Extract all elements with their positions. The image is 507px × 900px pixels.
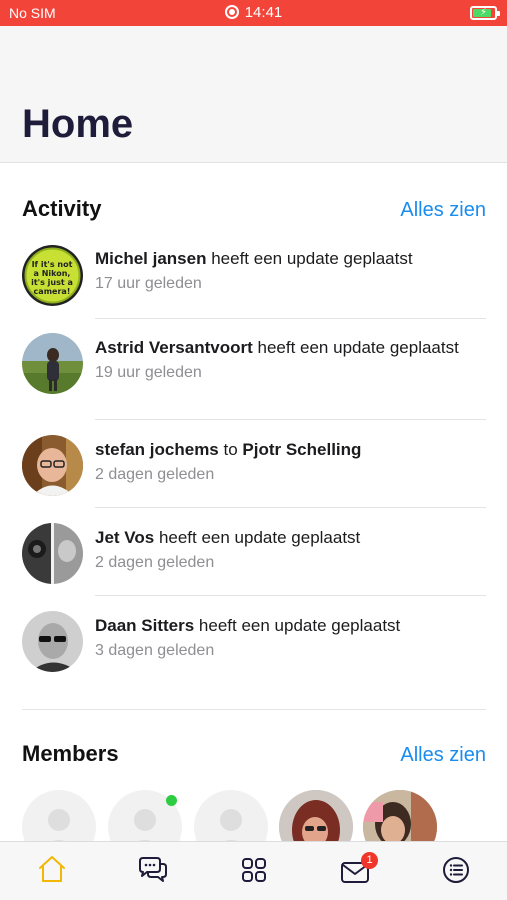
tab-home[interactable] [35, 853, 69, 887]
member-avatar-photo[interactable] [279, 790, 353, 842]
member-avatar-placeholder[interactable] [194, 790, 268, 842]
field-photo-avatar[interactable] [22, 333, 83, 394]
bw-collage-avatar[interactable] [22, 523, 83, 584]
messages-badge: 1 [361, 852, 378, 869]
svg-text:If it's not: If it's not [32, 260, 73, 269]
member-avatar-photo[interactable] [363, 790, 437, 842]
activity-text: Daan Sitters heeft een update geplaatst … [95, 614, 485, 662]
activity-action: heeft een update geplaatst [206, 249, 413, 268]
activity-author[interactable]: Jet Vos [95, 528, 154, 547]
separator [95, 419, 486, 420]
svg-text:it's just a: it's just a [31, 278, 73, 287]
members-section-title: Members [22, 741, 119, 766]
activity-action: heeft een update geplaatst [154, 528, 361, 547]
tab-menu[interactable] [439, 853, 473, 887]
man-glasses-avatar[interactable] [22, 435, 83, 496]
activity-author[interactable]: Astrid Versantvoort [95, 338, 253, 357]
activity-text: Astrid Versantvoort heeft een update gep… [95, 336, 485, 384]
online-indicator [166, 795, 177, 806]
activity-target[interactable]: Pjotr Schelling [242, 440, 361, 459]
groups-icon [242, 858, 266, 882]
tab-chat[interactable] [136, 853, 170, 887]
clock-time: 14:41 [244, 4, 283, 21]
bw-sunglasses-avatar[interactable] [22, 611, 83, 672]
activity-time: 19 uur geleden [95, 364, 202, 381]
status-bar: No SIM 14:41 ⚡ [0, 0, 507, 26]
activity-time: 2 dagen geleden [95, 466, 215, 483]
members-see-all-link[interactable]: Alles zien [400, 744, 486, 767]
activity-action: heeft een update geplaatst [194, 616, 401, 635]
home-icon [39, 856, 65, 882]
activity-action: to [218, 440, 243, 459]
clock: 14:41 [0, 4, 507, 21]
svg-text:a Nikon,: a Nikon, [34, 269, 71, 278]
activity-time: 2 dagen geleden [95, 554, 215, 571]
separator [95, 595, 486, 596]
activity-time: 3 dagen geleden [95, 642, 215, 659]
member-avatar-placeholder[interactable] [22, 790, 96, 842]
activity-author[interactable]: stefan jochems [95, 440, 219, 459]
members-row [0, 790, 507, 842]
activity-author[interactable]: Daan Sitters [95, 616, 194, 635]
activity-see-all-link[interactable]: Alles zien [400, 199, 486, 222]
separator [95, 318, 486, 319]
battery-icon: ⚡ [470, 6, 500, 20]
activity-section-title: Activity [22, 196, 102, 221]
menu-icon [443, 857, 469, 883]
activity-text: Jet Vos heeft een update geplaatst 2 dag… [95, 526, 485, 574]
section-divider [22, 709, 486, 710]
tab-groups[interactable] [237, 853, 271, 887]
chat-icon [139, 857, 167, 882]
separator [95, 507, 486, 508]
charging-icon: ⚡ [480, 7, 488, 18]
svg-text:camera!: camera! [34, 287, 71, 296]
activity-author[interactable]: Michel jansen [95, 249, 206, 268]
badge-button-avatar[interactable]: If it's not a Nikon, it's just a camera! [22, 245, 83, 306]
activity-action: heeft een update geplaatst [252, 338, 459, 357]
page-title: Home [22, 102, 134, 146]
activity-text: Michel jansen heeft een update geplaatst… [95, 247, 485, 295]
activity-time: 17 uur geleden [95, 275, 202, 292]
recording-icon [224, 5, 239, 19]
activity-text: stefan jochems to Pjotr Schelling 2 dage… [95, 438, 485, 486]
header: Home [0, 26, 507, 163]
